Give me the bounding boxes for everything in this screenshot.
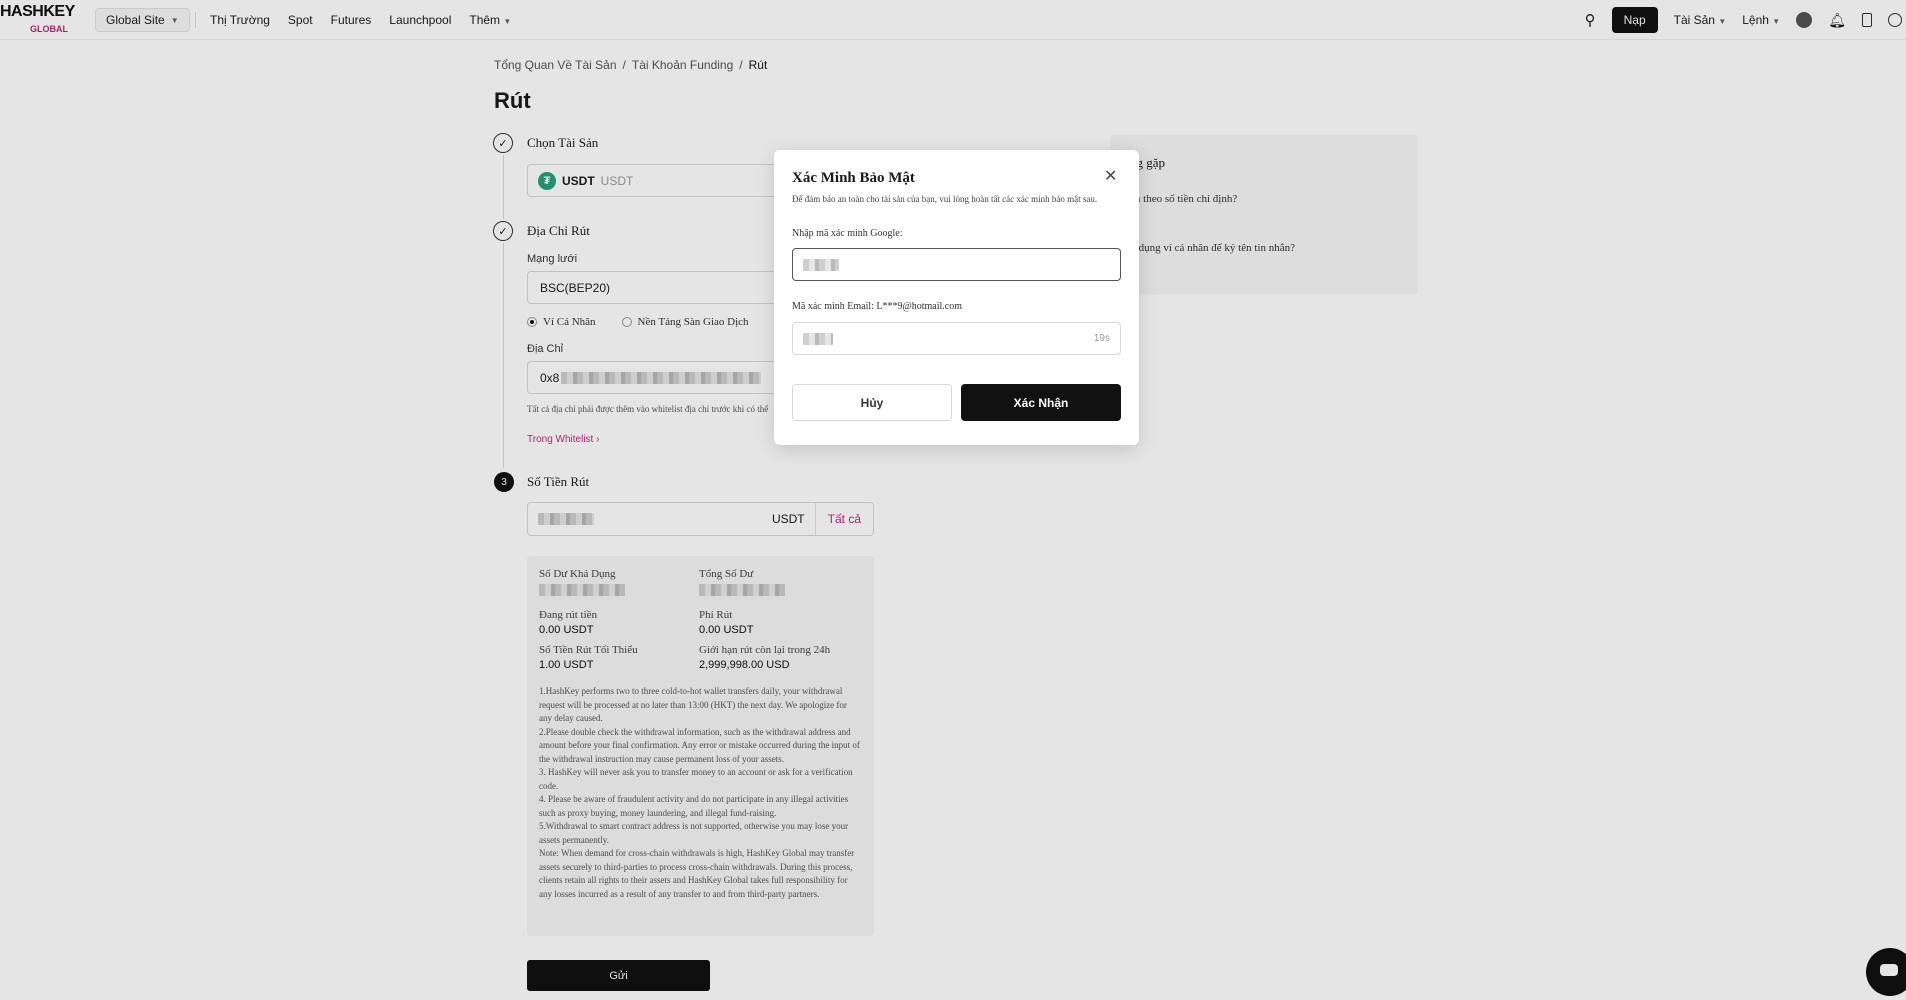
resend-countdown: 19s <box>1093 333 1110 344</box>
redacted-email-code <box>803 332 833 345</box>
confirm-button[interactable]: Xác Nhận <box>961 384 1121 421</box>
modal-description: Để đảm bảo an toàn cho tài sản của bạn, … <box>792 194 1098 204</box>
close-icon[interactable]: ✕ <box>1104 166 1117 186</box>
modal-title: Xác Minh Bảo Mật <box>792 170 915 186</box>
redacted-google-code <box>803 258 839 271</box>
security-verification-modal: Xác Minh Bảo Mật ✕ Để đảm bảo an toàn ch… <box>774 150 1139 445</box>
google-code-label: Nhập mã xác minh Google: <box>792 228 903 239</box>
google-code-input[interactable] <box>792 248 1121 281</box>
email-code-label: Mã xác minh Email: L***9@hotmail.com <box>792 301 963 312</box>
email-code-input[interactable]: 19s <box>792 322 1121 355</box>
cancel-button[interactable]: Hủy <box>792 384 952 421</box>
